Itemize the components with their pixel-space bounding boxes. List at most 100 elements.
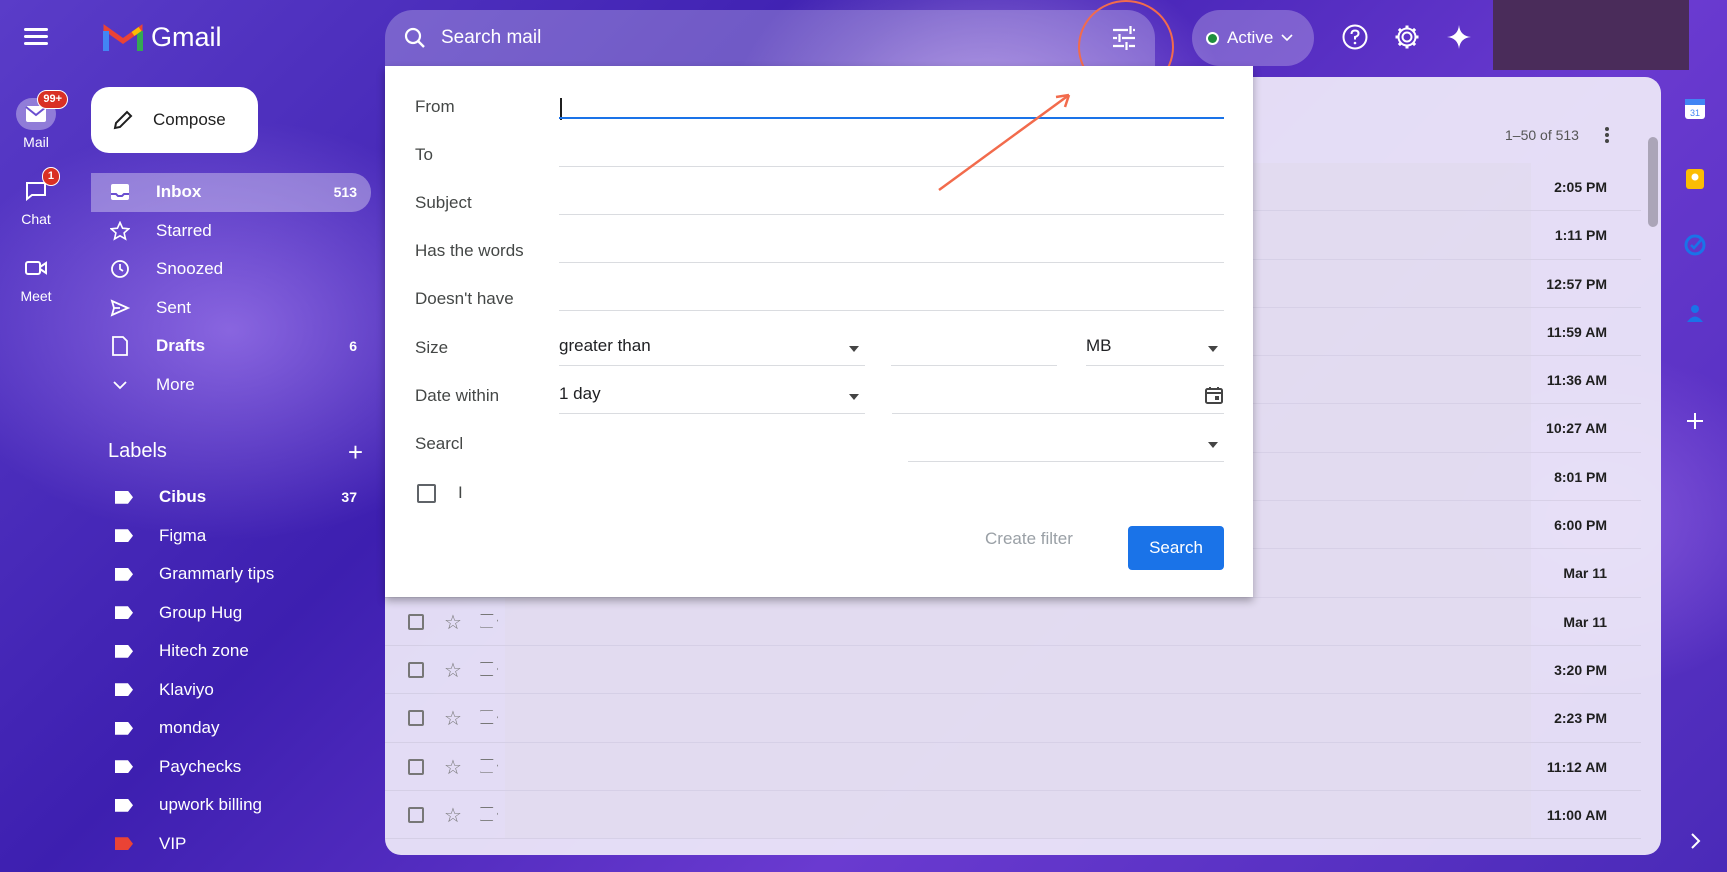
- has-words-input[interactable]: [559, 262, 1224, 263]
- row-content: [505, 742, 1531, 790]
- side-panel-rail: 31: [1663, 0, 1727, 872]
- row-checkbox[interactable]: [408, 661, 424, 678]
- search-submit-button[interactable]: Search: [1128, 526, 1224, 570]
- mail-row[interactable]: ☆ 11:00 AM: [385, 790, 1641, 840]
- mail-row[interactable]: ☆ 2:23 PM: [385, 694, 1641, 743]
- gmail-wordmark: Gmail: [151, 22, 222, 52]
- mail-row[interactable]: ☆ 3:20 PM: [385, 645, 1641, 695]
- search-bar[interactable]: Search mail: [385, 10, 1155, 66]
- label-name: Klaviyo: [159, 679, 214, 699]
- label-item-upwork-billing[interactable]: upwork billing: [91, 786, 371, 825]
- label-item-grammarly[interactable]: Grammarly tips: [91, 555, 371, 594]
- calendar-app-icon[interactable]: 31: [1684, 98, 1706, 120]
- label-item-group-hug[interactable]: Group Hug: [91, 594, 371, 633]
- label-tag-icon: [115, 644, 133, 658]
- star-icon[interactable]: ☆: [444, 755, 462, 780]
- contacts-app-icon[interactable]: [1684, 302, 1706, 324]
- status-selector[interactable]: Active: [1192, 10, 1314, 66]
- tasks-app-icon[interactable]: [1684, 234, 1706, 256]
- nav-item-drafts[interactable]: Drafts 6: [91, 327, 371, 366]
- account-area[interactable]: [1493, 0, 1689, 70]
- annotation-arrow: [938, 93, 1071, 192]
- rail-item-chat[interactable]: 1 Chat: [0, 167, 72, 227]
- nav-count: 513: [333, 184, 357, 201]
- label-tag-icon: [115, 837, 133, 851]
- label-item-monday[interactable]: monday: [91, 709, 371, 748]
- rail-item-meet[interactable]: Meet: [0, 252, 72, 304]
- label-name: monday: [159, 718, 220, 738]
- label-count: 37: [341, 489, 357, 506]
- main-menu-button[interactable]: [20, 24, 52, 52]
- row-checkbox[interactable]: [408, 613, 424, 630]
- search-in-select[interactable]: [908, 432, 1224, 462]
- size-operator-select[interactable]: greater than: [559, 336, 865, 366]
- rail-item-mail[interactable]: 99+ Mail: [0, 90, 72, 150]
- star-icon[interactable]: ☆: [444, 706, 462, 731]
- status-dot-icon: [1206, 31, 1219, 45]
- size-unit-value: MB: [1086, 336, 1112, 355]
- keep-app-icon[interactable]: [1684, 168, 1706, 190]
- nav-item-sent[interactable]: Sent: [91, 289, 371, 328]
- row-checkbox[interactable]: [408, 758, 424, 775]
- has-words-label: Has the words: [415, 241, 524, 260]
- calendar-icon[interactable]: [1204, 385, 1224, 405]
- chevron-down-icon: [1281, 34, 1293, 42]
- label-tag-icon: [115, 721, 133, 735]
- mail-row[interactable]: ☆ 11:12 AM: [385, 742, 1641, 791]
- gemini-button[interactable]: [1444, 22, 1474, 52]
- nav-item-snoozed[interactable]: Snoozed: [91, 250, 371, 289]
- pencil-icon: [113, 110, 133, 130]
- size-unit-select[interactable]: MB: [1086, 336, 1224, 366]
- important-icon[interactable]: [480, 661, 498, 676]
- date-input[interactable]: [892, 384, 1224, 414]
- chat-badge: 1: [41, 167, 60, 186]
- from-label: From: [415, 97, 455, 116]
- add-app-icon[interactable]: [1684, 410, 1706, 432]
- important-icon[interactable]: [480, 806, 498, 821]
- search-in-label: Searcl: [415, 434, 464, 453]
- date-within-select[interactable]: 1 day: [559, 384, 865, 414]
- row-checkbox[interactable]: [408, 710, 424, 727]
- nav-label: More: [156, 374, 195, 394]
- gmail-logo[interactable]: Gmail: [103, 22, 222, 53]
- label-item-klaviyo[interactable]: Klaviyo: [91, 671, 371, 710]
- search-input[interactable]: Search mail: [441, 27, 541, 49]
- has-attachment-checkbox[interactable]: [417, 484, 436, 503]
- add-label-button[interactable]: +: [348, 439, 363, 465]
- label-item-figma[interactable]: Figma: [91, 517, 371, 556]
- from-input[interactable]: [559, 117, 1224, 119]
- star-icon: [109, 220, 131, 241]
- compose-button[interactable]: Compose: [91, 87, 258, 153]
- label-name: Group Hug: [159, 602, 243, 622]
- settings-button[interactable]: [1392, 22, 1422, 52]
- to-input[interactable]: [559, 166, 1224, 167]
- nav-item-starred[interactable]: Starred: [91, 212, 371, 251]
- label-item-hitech-zone[interactable]: Hitech zone: [91, 632, 371, 671]
- nav-item-inbox[interactable]: Inbox 513: [91, 173, 371, 212]
- star-icon[interactable]: ☆: [444, 610, 462, 635]
- nav-label: Sent: [156, 297, 191, 317]
- help-button[interactable]: [1340, 22, 1370, 52]
- size-operator-value: greater than: [559, 336, 651, 355]
- star-icon[interactable]: ☆: [444, 803, 462, 828]
- create-filter-button[interactable]: Create filter: [985, 529, 1073, 549]
- label-item-vip[interactable]: VIP: [91, 825, 371, 864]
- important-icon[interactable]: [480, 613, 498, 628]
- label-item-paychecks[interactable]: Paychecks: [91, 748, 371, 787]
- nav-item-more[interactable]: More: [91, 366, 371, 405]
- more-options-icon[interactable]: [1605, 125, 1611, 145]
- row-checkbox[interactable]: [408, 806, 424, 823]
- row-time: 10:27 AM: [1546, 420, 1607, 437]
- scrollbar[interactable]: [1648, 137, 1658, 227]
- subject-input[interactable]: [559, 214, 1224, 215]
- important-icon[interactable]: [480, 758, 498, 773]
- important-icon[interactable]: [480, 710, 498, 725]
- rail-label-mail: Mail: [23, 134, 49, 150]
- mail-row[interactable]: ☆ Mar 11: [385, 597, 1641, 646]
- label-item-cibus[interactable]: Cibus 37: [91, 478, 371, 517]
- star-icon[interactable]: ☆: [444, 658, 462, 683]
- size-value-input[interactable]: [891, 336, 1057, 366]
- chevron-right-icon[interactable]: [1684, 830, 1706, 852]
- doesnt-have-input[interactable]: [559, 310, 1224, 311]
- search-icon[interactable]: [403, 26, 427, 50]
